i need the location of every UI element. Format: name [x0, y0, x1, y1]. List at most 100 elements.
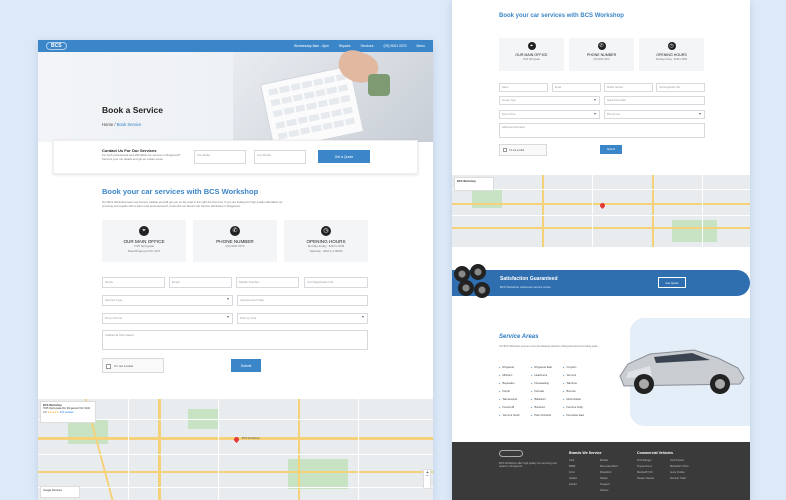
footer-link[interactable]: Holden — [569, 477, 577, 480]
area-item: Bayswater — [499, 382, 514, 385]
recaptcha-checkbox[interactable] — [106, 364, 111, 369]
map-pin-label: BCS Workshop — [242, 437, 260, 440]
card-text: Monday-Friday : 8AM to 6PM — [655, 58, 688, 61]
phone-card: ✆ PHONE NUMBER (03) 9001 0070 — [193, 220, 277, 262]
opening-hours-link[interactable]: Wednesday 8am - 6pm — [294, 44, 329, 48]
footer-link[interactable]: Toyota HiLux — [637, 465, 652, 468]
footer-link[interactable]: Mercedes-Benz — [600, 465, 618, 468]
hours-card: ◷ OPENING HOURS Monday-Friday : 8AM to 6… — [639, 38, 704, 71]
footer-link[interactable]: BMW — [569, 465, 575, 468]
area-item: Burwood — [531, 406, 544, 409]
google-reviews-badge[interactable]: Google Reviews — [40, 486, 80, 498]
card-title: PHONE NUMBER — [586, 53, 617, 57]
footer-link[interactable]: Subaru — [600, 489, 608, 492]
submit-button[interactable]: Submit — [231, 359, 261, 372]
mobile-input[interactable]: Mobile Number — [604, 83, 653, 92]
card-text[interactable]: (03) 9001 0070 — [569, 58, 634, 62]
footer-link[interactable]: Ford Transit — [670, 459, 684, 462]
recaptcha-checkbox[interactable] — [503, 148, 507, 152]
area-item: Heathmont — [531, 374, 547, 377]
office-card: ⌖ OUR MAIN OFFICE 7N/5 Springvale Road R… — [102, 220, 186, 262]
left-page-frame: BCS Wednesday 8am - 6pm Repairs Services… — [38, 40, 433, 500]
service-type-select[interactable]: Service Type — [102, 295, 233, 306]
mobile-input[interactable]: Mobile Number — [236, 277, 299, 288]
site-logo[interactable]: BCS — [46, 42, 67, 50]
footer-about: BCS Workshop offer high quality car serv… — [499, 462, 557, 469]
nav-repairs[interactable]: Repairs — [339, 44, 351, 48]
footer-link[interactable]: Nissan — [600, 477, 608, 480]
area-item: Boronia — [563, 390, 575, 393]
footer-link[interactable]: Isuzu D-Max — [670, 471, 685, 474]
appointment-date-input[interactable]: Appointment Date — [604, 96, 705, 105]
pick-up-time-select[interactable]: Pick up time — [604, 110, 705, 119]
office-card: ⌖ OUR MAIN OFFICE 7N/5 Springvale — [499, 38, 564, 71]
card-title: OPENING HOURS — [656, 53, 687, 57]
google-map[interactable]: BCS Workshop BCS Workshop 7N/5 Springval… — [38, 399, 433, 500]
section-paragraph: Our BCS Workshop team are honest, reliab… — [102, 200, 283, 208]
footer-link[interactable]: Ford Ranger — [637, 459, 652, 462]
footer-link[interactable]: Audi — [569, 459, 574, 462]
footer-link[interactable]: Mitsubishi Triton — [670, 465, 689, 468]
appointment-date-input[interactable]: Appointment Date — [237, 295, 368, 306]
additional-info-textarea[interactable]: Additional Information — [499, 123, 705, 138]
area-item: Vermont — [563, 374, 576, 377]
map-marker-icon: ⌖ — [527, 42, 536, 50]
pick-up-time-select[interactable]: Pick up time — [237, 313, 368, 324]
area-item: Blackburn — [531, 398, 546, 401]
name-input[interactable]: Name — [102, 277, 165, 288]
footer-link[interactable]: Ford — [569, 471, 574, 474]
map-marker-icon: ⌖ — [139, 226, 149, 236]
email-input[interactable]: Email — [169, 277, 232, 288]
submit-button[interactable]: Submit — [600, 145, 622, 154]
area-item: Ringwood — [499, 366, 514, 369]
area-item: Mitcham — [499, 374, 512, 377]
car-make-input[interactable]: Car Make — [194, 150, 246, 164]
footer-link[interactable]: Mazda — [600, 459, 608, 462]
footer-commercial-title: Commercial Vehicles — [637, 451, 673, 455]
banner-title: Satisfaction Guaranteed — [500, 276, 558, 282]
card-text: 7N/5 Springvale — [522, 58, 540, 61]
satisfaction-banner: Satisfaction Guaranteed BCS Workshop cus… — [452, 270, 750, 296]
additional-info-textarea[interactable]: Additional Information — [102, 330, 368, 350]
car-model-input[interactable]: Car Model — [254, 150, 306, 164]
card-text[interactable]: (03) 9001 0070 — [193, 244, 277, 249]
nav-menu: Wednesday 8am - 6pm Repairs Services (03… — [294, 44, 425, 48]
section-title: Book your car services with BCS Workshop — [499, 13, 624, 19]
footer-link[interactable]: Honda — [569, 483, 577, 486]
footer-link[interactable]: Nissan Navara — [637, 477, 654, 480]
footer-link[interactable]: Peugeot — [600, 483, 610, 486]
breadcrumb-home[interactable]: Home — [102, 122, 113, 127]
banner-button[interactable]: Get Quote — [658, 277, 686, 288]
name-input[interactable]: Name — [499, 83, 548, 92]
registration-input[interactable]: Car Registration No. — [656, 83, 705, 92]
top-navigation-bar: BCS Wednesday 8am - 6pm Repairs Services… — [38, 40, 433, 52]
google-reviews-label: Google Reviews — [43, 489, 62, 492]
service-type-select[interactable]: Service Type — [499, 96, 600, 105]
star-icon: ★★★★★ — [47, 410, 59, 414]
footer-brands-title: Brands We Service — [569, 451, 602, 455]
footer-logo[interactable] — [499, 450, 523, 457]
menu-button[interactable]: Menu — [417, 44, 425, 48]
map-reviews-link[interactable]: 374 reviews — [60, 411, 74, 414]
card-title: OUR MAIN OFFICE — [515, 53, 548, 57]
nav-services[interactable]: Services — [361, 44, 374, 48]
email-input[interactable]: Email — [552, 83, 601, 92]
hero-banner: Book a Service Home / Book Service — [38, 46, 433, 151]
footer-link[interactable]: Mitsubishi — [600, 471, 612, 474]
drop-off-time-select[interactable]: Drop off time — [102, 313, 233, 324]
phone-link[interactable]: (03) 9001 0070 — [384, 44, 407, 48]
card-text: Saturday : 9AM to 2:30PM — [309, 248, 343, 253]
drop-off-time-select[interactable]: Drop off time — [499, 110, 600, 119]
area-item: Ferntree Gully — [563, 406, 582, 409]
footer-link[interactable]: Renault Trafic — [670, 477, 686, 480]
footer-link[interactable]: Mazda BT-50 — [637, 471, 652, 474]
recaptcha-box[interactable]: I'm not a robot — [102, 358, 164, 373]
area-item: Vermont South — [499, 414, 519, 417]
zoom-controls[interactable]: + − — [423, 469, 431, 489]
area-item: Warranwood — [499, 398, 517, 401]
recaptcha-box[interactable]: I'm not a robot — [499, 144, 547, 156]
registration-input[interactable]: Car Registration No. — [304, 277, 368, 288]
google-map[interactable]: BCS Workshop — [452, 175, 750, 247]
get-quote-button[interactable]: Get a Quote — [318, 150, 370, 163]
banner-subtitle: BCS Workshop customers service centre — [500, 285, 551, 289]
